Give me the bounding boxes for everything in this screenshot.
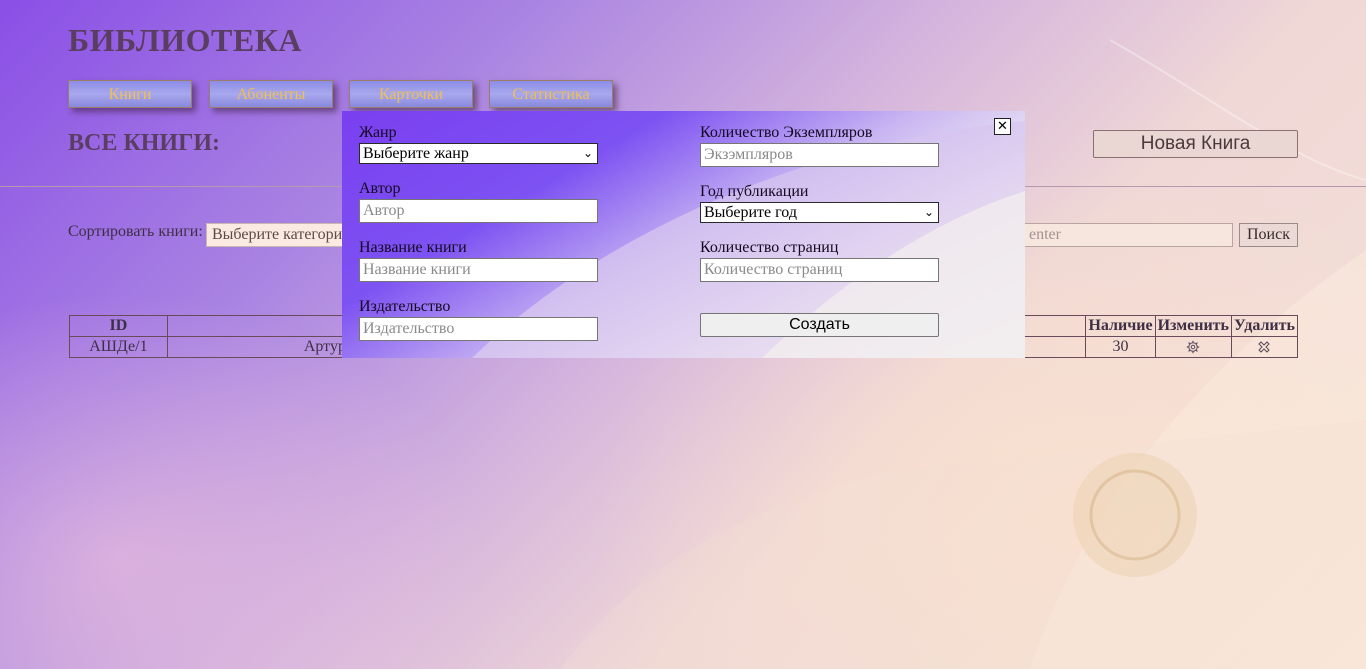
nav-subscribers-button[interactable]: Абоненты xyxy=(209,80,333,108)
section-title: ВСЕ КНИГИ: xyxy=(68,130,221,156)
new-book-button[interactable]: Новая Книга xyxy=(1093,130,1298,158)
close-icon[interactable] xyxy=(1257,340,1271,354)
publisher-label: Издательство xyxy=(359,298,451,315)
chevron-down-icon: ⌄ xyxy=(582,146,593,160)
genre-select-value: Выберите жанр xyxy=(363,145,469,162)
nav-cards-button[interactable]: Карточки xyxy=(349,80,473,108)
header-availability: Наличие xyxy=(1085,315,1156,337)
app-title: БИБЛИОТЕКА xyxy=(68,22,303,58)
gear-icon[interactable] xyxy=(1186,340,1200,354)
book-title-input[interactable]: Название книги xyxy=(359,258,598,282)
sort-label: Сортировать книги: xyxy=(68,223,203,240)
copies-label: Количество Экземпляров xyxy=(700,124,873,141)
pages-input[interactable]: Количество страниц xyxy=(700,258,939,282)
pages-label: Количество страниц xyxy=(700,239,839,256)
new-book-modal: ✕ Жанр Выберите жанр ⌄ Автор Автор Назва… xyxy=(342,111,1025,358)
cell-edit xyxy=(1154,336,1232,358)
genre-label: Жанр xyxy=(359,124,397,141)
book-title-label: Название книги xyxy=(359,239,467,256)
nav-statistics-button[interactable]: Статистика xyxy=(489,80,613,108)
search-button[interactable]: Поиск xyxy=(1239,223,1298,247)
copies-input[interactable]: Экзэмпляров xyxy=(700,143,939,167)
modal-close-button[interactable]: ✕ xyxy=(994,118,1011,135)
publisher-input[interactable]: Издательство xyxy=(359,317,598,341)
nav-books-button[interactable]: Книги xyxy=(68,80,192,108)
year-select[interactable]: Выберите год ⌄ xyxy=(700,202,939,223)
cell-id: АШДе/1 xyxy=(69,336,168,358)
create-button[interactable]: Создать xyxy=(700,313,939,337)
cell-delete xyxy=(1230,336,1299,358)
sort-category-select[interactable]: Выберите категори xyxy=(206,223,356,247)
author-label: Автор xyxy=(359,180,401,197)
chevron-down-icon: ⌄ xyxy=(923,205,934,219)
year-label: Год публикации xyxy=(700,183,809,200)
cell-availability: 30 xyxy=(1085,336,1156,358)
header-edit: Изменить xyxy=(1154,315,1232,337)
author-input[interactable]: Автор xyxy=(359,199,598,223)
genre-select[interactable]: Выберите жанр ⌄ xyxy=(359,143,598,164)
header-delete: Удалить xyxy=(1230,315,1299,337)
header-id: ID xyxy=(69,315,168,337)
year-select-value: Выберите год xyxy=(704,204,797,221)
search-input[interactable]: enter xyxy=(1023,223,1233,247)
